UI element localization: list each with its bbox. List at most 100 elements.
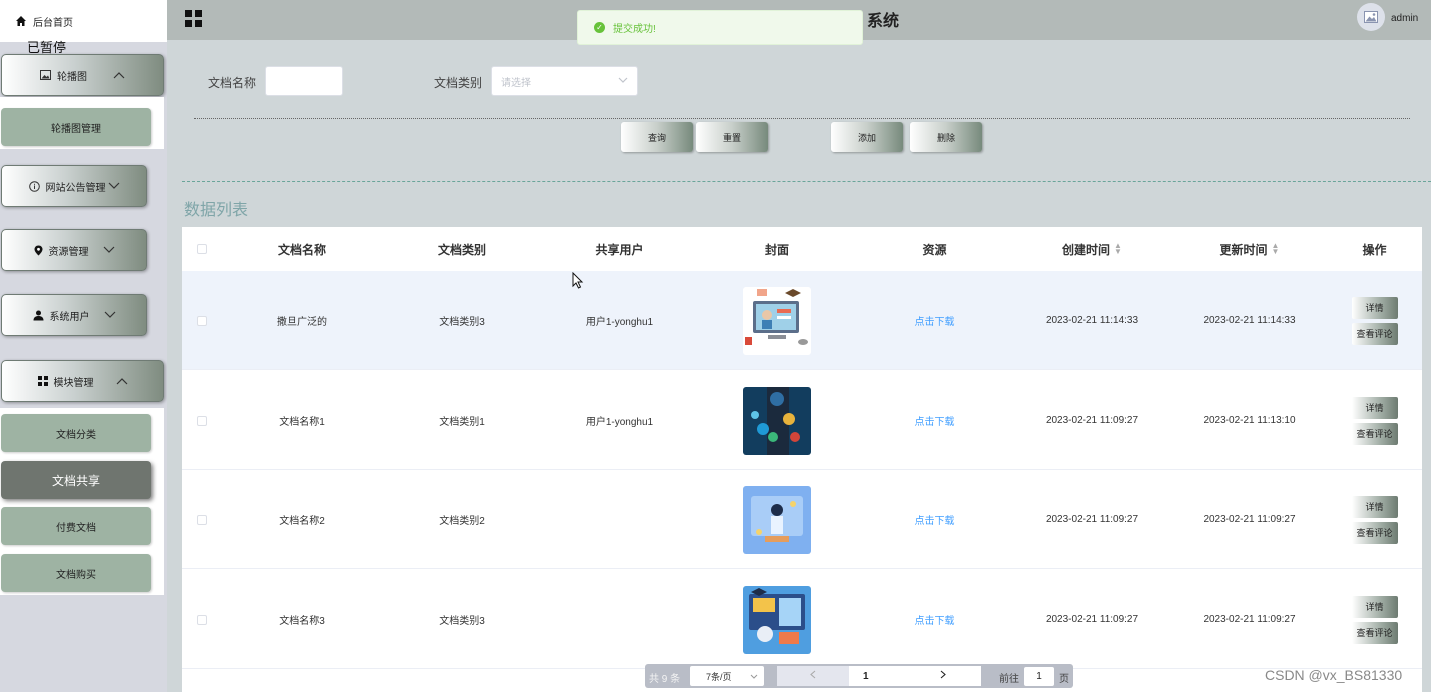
cell-doc-name: 文档名称3 xyxy=(279,616,325,627)
avatar[interactable] xyxy=(1357,3,1385,31)
row-checkbox[interactable] xyxy=(182,371,222,470)
sortable-column-header[interactable]: 创建时间 ▲ ▼ xyxy=(1012,227,1172,271)
cell-operations: 详情 查看评论 xyxy=(1327,470,1422,569)
cell-cover xyxy=(697,470,857,569)
sidebar-home[interactable]: 后台首页 xyxy=(0,0,167,42)
column-header: 资源 xyxy=(922,242,947,257)
column-header: 操作 xyxy=(1362,242,1387,257)
sort-icon[interactable]: ▲ ▼ xyxy=(1272,242,1280,256)
cell-operations: 详情 查看评论 xyxy=(1327,271,1422,370)
image-icon xyxy=(40,70,51,80)
location-icon xyxy=(34,245,43,256)
chevron-down-icon xyxy=(108,182,120,190)
cell-doc-name: 文档名称2 xyxy=(279,516,325,527)
pagination-total: 共 9 条 xyxy=(649,674,681,685)
cell-updated: 2023-02-21 11:09:27 xyxy=(1203,514,1296,525)
doc-name-input[interactable] xyxy=(265,66,343,96)
sort-icon[interactable]: ▲ ▼ xyxy=(1114,242,1122,256)
chevron-down-icon xyxy=(618,76,628,87)
sidebar-item-doc-share[interactable]: 文档共享 xyxy=(1,461,151,499)
cell-doc-type: 文档类别1 xyxy=(439,417,485,428)
cell-created: 2023-02-21 11:14:33 xyxy=(1045,315,1139,326)
row-checkbox[interactable] xyxy=(182,271,222,370)
doc-type-label: 文档类别 xyxy=(434,76,483,90)
table-row: 文档名称1 文档类别1 用户1-yonghu1 点击下载 2023-02-21 … xyxy=(182,371,1422,470)
view-comments-button[interactable]: 查看评论 xyxy=(1351,322,1398,345)
view-comments-button[interactable]: 查看评论 xyxy=(1351,422,1398,445)
module-submenu: 文档分类 文档共享 付费文档 文档购买 xyxy=(0,408,164,595)
delete-button[interactable]: 删除 xyxy=(910,122,982,152)
page-number-current[interactable]: 1 xyxy=(849,666,905,686)
cover-image[interactable] xyxy=(743,286,811,355)
cell-doc-name: 撒旦广泛的 xyxy=(277,317,327,328)
cell-created: 2023-02-21 11:09:27 xyxy=(1045,514,1139,525)
sidebar-menu-users[interactable]: 系统用户 xyxy=(1,294,147,336)
row-checkbox[interactable] xyxy=(182,470,222,569)
download-link[interactable]: 点击下载 xyxy=(857,570,1012,669)
sidebar-menu-modules[interactable]: 模块管理 xyxy=(1,360,164,402)
sortable-column-header[interactable]: 更新时间 ▲ ▼ xyxy=(1172,227,1327,271)
reset-button[interactable]: 重置 xyxy=(696,122,768,152)
row-checkbox[interactable] xyxy=(182,570,222,669)
mouse-cursor-icon xyxy=(572,272,584,289)
goto-page-input[interactable]: 1 xyxy=(1024,667,1054,686)
column-header-label: 更新时间 xyxy=(1219,242,1268,257)
cell-operations: 详情 查看评论 xyxy=(1327,570,1422,669)
cell-share-user xyxy=(542,470,697,569)
sidebar-item-doc-category[interactable]: 文档分类 xyxy=(1,414,151,452)
sidebar-home-label: 后台首页 xyxy=(33,17,73,29)
detail-button[interactable]: 详情 xyxy=(1351,396,1398,419)
username-label[interactable]: admin xyxy=(1391,13,1418,24)
page-size-value: 7条/页 xyxy=(706,671,732,682)
cover-image[interactable] xyxy=(743,386,811,455)
sidebar-item-doc-purchase[interactable]: 文档购买 xyxy=(1,554,151,592)
doc-name-label: 文档名称 xyxy=(208,76,257,90)
download-link[interactable]: 点击下载 xyxy=(857,371,1012,470)
chevron-down-icon xyxy=(104,311,116,319)
chevron-up-icon xyxy=(116,377,128,385)
download-link[interactable]: 点击下载 xyxy=(857,271,1012,370)
cell-updated: 2023-02-21 11:09:27 xyxy=(1203,614,1296,625)
sidebar-menu-resource[interactable]: 资源管理 xyxy=(1,229,147,271)
chevron-down-icon xyxy=(750,672,758,682)
sidebar-item-label: 付费文档 xyxy=(56,522,96,534)
chevron-up-icon xyxy=(113,71,125,79)
table-row: 文档名称2 文档类别2 点击下载 2023-02-21 11:09:27 202… xyxy=(182,470,1422,569)
sidebar-item-label: 轮播图管理 xyxy=(51,123,101,135)
sidebar-menu-notice[interactable]: 网站公告管理 xyxy=(1,165,147,207)
sidebar-menu-carousel[interactable]: 轮播图 xyxy=(1,54,164,96)
view-comments-button[interactable]: 查看评论 xyxy=(1351,621,1398,644)
detail-button[interactable]: 详情 xyxy=(1351,495,1398,518)
sidebar-menu-label: 资源管理 xyxy=(48,246,89,258)
prev-page-button[interactable] xyxy=(777,666,849,686)
cell-doc-type: 文档类别3 xyxy=(439,317,485,328)
chevron-left-icon xyxy=(810,670,816,682)
view-comments-button[interactable]: 查看评论 xyxy=(1351,521,1398,544)
cell-share-user: 用户1-yonghu1 xyxy=(585,317,654,328)
column-header-label: 创建时间 xyxy=(1062,242,1111,257)
cover-image[interactable] xyxy=(743,585,811,654)
page-unit-label: 页 xyxy=(1059,674,1069,685)
query-button[interactable]: 查询 xyxy=(621,122,693,152)
check-circle-icon: ✓ xyxy=(594,22,605,33)
chevron-down-icon xyxy=(103,246,115,254)
select-all-checkbox[interactable] xyxy=(182,227,222,271)
cover-image[interactable] xyxy=(743,485,811,554)
section-title: 数据列表 xyxy=(184,202,249,219)
success-toast: ✓ 提交成功! xyxy=(577,10,863,45)
sidebar-item-carousel-manage[interactable]: 轮播图管理 xyxy=(1,108,151,146)
download-link[interactable]: 点击下载 xyxy=(857,470,1012,569)
sidebar-item-paid-doc[interactable]: 付费文档 xyxy=(1,507,151,545)
detail-button[interactable]: 详情 xyxy=(1351,595,1398,618)
cell-share-user: 用户1-yonghu1 xyxy=(585,417,654,428)
detail-button[interactable]: 详情 xyxy=(1351,296,1398,319)
column-header: 共享用户 xyxy=(595,242,644,257)
add-button[interactable]: 添加 xyxy=(831,122,903,152)
menu-toggle-icon[interactable] xyxy=(185,10,202,30)
data-table: 文档名称 文档类别 共享用户 封面 资源 创建时间 ▲ ▼ 更新时间 ▲ ▼ 操作 撒旦… xyxy=(182,227,1422,692)
column-header: 文档类别 xyxy=(437,242,486,257)
watermark-text: CSDN @vx_BS81330 xyxy=(1265,667,1403,683)
doc-type-select[interactable]: 请选择 xyxy=(491,66,638,96)
next-page-button[interactable] xyxy=(905,666,981,686)
page-size-select[interactable]: 7条/页 xyxy=(690,666,764,686)
